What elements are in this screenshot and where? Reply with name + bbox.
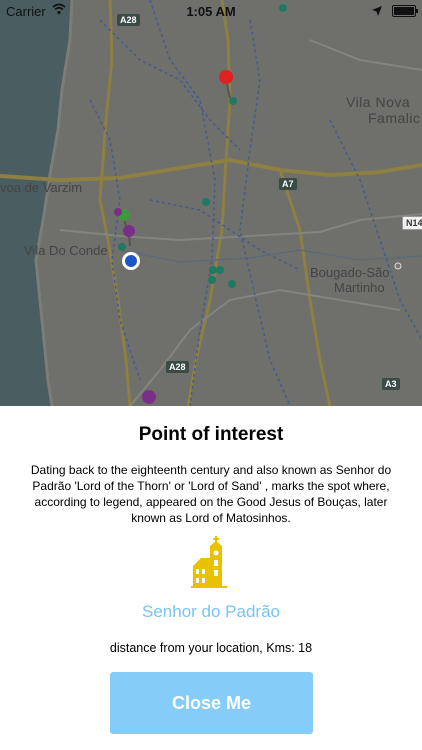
poi-description: Dating back to the eighteenth century an… xyxy=(30,463,392,525)
church-icon xyxy=(191,536,233,588)
map-label-povoa-de-varzim: voa de Varzim xyxy=(0,180,83,195)
user-location-dot xyxy=(122,252,140,270)
map-label-famalicao: Famalic xyxy=(368,110,421,126)
distance-label: distance from your location, Kms: 18 xyxy=(109,641,313,655)
location-arrow-icon xyxy=(372,4,382,19)
road-badge-n14: N14 xyxy=(402,216,422,230)
battery-icon xyxy=(392,5,418,17)
map-pin-purple-small[interactable] xyxy=(114,208,122,216)
road-badge-a28-south: A28 xyxy=(166,361,189,373)
sheet-title: Point of interest xyxy=(138,424,284,445)
map-label-vila-do-conde: Vila Do Conde xyxy=(24,243,108,258)
poi-name: Senhor do Padrão xyxy=(142,602,280,621)
map-label-martinho: Martinho xyxy=(334,280,385,295)
status-time: 1:05 AM xyxy=(186,4,236,19)
map-label-bougado-sao: Bougado-São xyxy=(310,265,390,280)
close-button[interactable]: Close Me xyxy=(110,672,313,734)
road-badge-a3: A3 xyxy=(382,378,400,390)
poi-detail-sheet: Point of interest Dating back to the eig… xyxy=(0,406,422,750)
map-background[interactable] xyxy=(0,0,422,406)
map-view[interactable]: Vila Nova Famalic voa de Varzim Vila Do … xyxy=(0,0,422,406)
map-label-vila-nova: Vila Nova xyxy=(346,94,411,110)
road-badge-a7: A7 xyxy=(279,178,297,190)
status-bar: Carrier 1:05 AM xyxy=(0,0,422,22)
map-pin-purple-bottom[interactable] xyxy=(142,390,156,404)
